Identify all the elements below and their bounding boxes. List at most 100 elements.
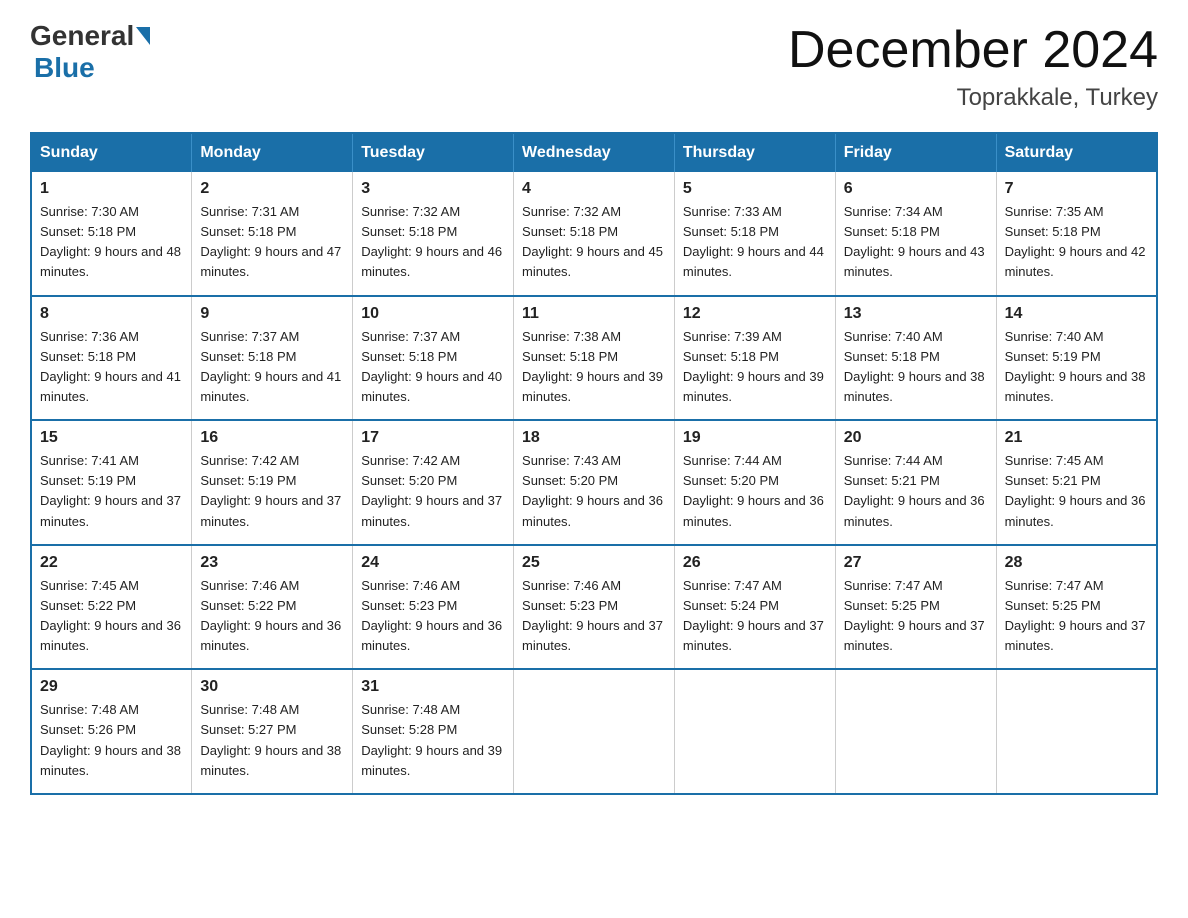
- day-number: 20: [844, 429, 988, 447]
- day-number: 13: [844, 305, 988, 323]
- table-row: 28 Sunrise: 7:47 AM Sunset: 5:25 PM Dayl…: [996, 545, 1157, 670]
- table-row: [835, 669, 996, 794]
- day-info: Sunrise: 7:30 AM Sunset: 5:18 PM Dayligh…: [40, 202, 183, 283]
- calendar-title: December 2024: [788, 20, 1158, 80]
- day-info: Sunrise: 7:36 AM Sunset: 5:18 PM Dayligh…: [40, 327, 183, 408]
- table-row: 3 Sunrise: 7:32 AM Sunset: 5:18 PM Dayli…: [353, 172, 514, 296]
- table-row: 26 Sunrise: 7:47 AM Sunset: 5:24 PM Dayl…: [674, 545, 835, 670]
- table-row: 20 Sunrise: 7:44 AM Sunset: 5:21 PM Dayl…: [835, 420, 996, 545]
- day-number: 2: [200, 180, 344, 198]
- day-number: 21: [1005, 429, 1148, 447]
- day-info: Sunrise: 7:42 AM Sunset: 5:20 PM Dayligh…: [361, 451, 505, 532]
- logo-triangle-icon: [136, 27, 150, 45]
- day-info: Sunrise: 7:46 AM Sunset: 5:22 PM Dayligh…: [200, 576, 344, 657]
- day-info: Sunrise: 7:48 AM Sunset: 5:28 PM Dayligh…: [361, 700, 505, 781]
- day-info: Sunrise: 7:42 AM Sunset: 5:19 PM Dayligh…: [200, 451, 344, 532]
- day-info: Sunrise: 7:37 AM Sunset: 5:18 PM Dayligh…: [200, 327, 344, 408]
- day-info: Sunrise: 7:37 AM Sunset: 5:18 PM Dayligh…: [361, 327, 505, 408]
- weekday-tuesday: Tuesday: [353, 133, 514, 172]
- calendar-week-row: 8 Sunrise: 7:36 AM Sunset: 5:18 PM Dayli…: [31, 296, 1157, 421]
- day-info: Sunrise: 7:48 AM Sunset: 5:27 PM Dayligh…: [200, 700, 344, 781]
- logo-general-text: General: [30, 20, 134, 52]
- day-number: 16: [200, 429, 344, 447]
- day-info: Sunrise: 7:45 AM Sunset: 5:21 PM Dayligh…: [1005, 451, 1148, 532]
- day-info: Sunrise: 7:33 AM Sunset: 5:18 PM Dayligh…: [683, 202, 827, 283]
- table-row: 14 Sunrise: 7:40 AM Sunset: 5:19 PM Dayl…: [996, 296, 1157, 421]
- table-row: 5 Sunrise: 7:33 AM Sunset: 5:18 PM Dayli…: [674, 172, 835, 296]
- day-info: Sunrise: 7:44 AM Sunset: 5:21 PM Dayligh…: [844, 451, 988, 532]
- table-row: 23 Sunrise: 7:46 AM Sunset: 5:22 PM Dayl…: [192, 545, 353, 670]
- day-number: 15: [40, 429, 183, 447]
- day-number: 11: [522, 305, 666, 323]
- day-info: Sunrise: 7:46 AM Sunset: 5:23 PM Dayligh…: [361, 576, 505, 657]
- table-row: 29 Sunrise: 7:48 AM Sunset: 5:26 PM Dayl…: [31, 669, 192, 794]
- day-info: Sunrise: 7:43 AM Sunset: 5:20 PM Dayligh…: [522, 451, 666, 532]
- weekday-wednesday: Wednesday: [514, 133, 675, 172]
- day-info: Sunrise: 7:47 AM Sunset: 5:25 PM Dayligh…: [844, 576, 988, 657]
- calendar-week-row: 1 Sunrise: 7:30 AM Sunset: 5:18 PM Dayli…: [31, 172, 1157, 296]
- day-number: 30: [200, 678, 344, 696]
- day-info: Sunrise: 7:38 AM Sunset: 5:18 PM Dayligh…: [522, 327, 666, 408]
- table-row: 1 Sunrise: 7:30 AM Sunset: 5:18 PM Dayli…: [31, 172, 192, 296]
- calendar-week-row: 29 Sunrise: 7:48 AM Sunset: 5:26 PM Dayl…: [31, 669, 1157, 794]
- weekday-monday: Monday: [192, 133, 353, 172]
- calendar-week-row: 15 Sunrise: 7:41 AM Sunset: 5:19 PM Dayl…: [31, 420, 1157, 545]
- day-number: 27: [844, 554, 988, 572]
- table-row: 9 Sunrise: 7:37 AM Sunset: 5:18 PM Dayli…: [192, 296, 353, 421]
- weekday-thursday: Thursday: [674, 133, 835, 172]
- table-row: 24 Sunrise: 7:46 AM Sunset: 5:23 PM Dayl…: [353, 545, 514, 670]
- day-number: 29: [40, 678, 183, 696]
- table-row: 13 Sunrise: 7:40 AM Sunset: 5:18 PM Dayl…: [835, 296, 996, 421]
- page-header: General Blue December 2024 Toprakkale, T…: [30, 20, 1158, 112]
- day-info: Sunrise: 7:47 AM Sunset: 5:25 PM Dayligh…: [1005, 576, 1148, 657]
- table-row: 27 Sunrise: 7:47 AM Sunset: 5:25 PM Dayl…: [835, 545, 996, 670]
- day-info: Sunrise: 7:34 AM Sunset: 5:18 PM Dayligh…: [844, 202, 988, 283]
- day-info: Sunrise: 7:44 AM Sunset: 5:20 PM Dayligh…: [683, 451, 827, 532]
- table-row: 25 Sunrise: 7:46 AM Sunset: 5:23 PM Dayl…: [514, 545, 675, 670]
- calendar-table: Sunday Monday Tuesday Wednesday Thursday…: [30, 132, 1158, 795]
- weekday-header-row: Sunday Monday Tuesday Wednesday Thursday…: [31, 133, 1157, 172]
- day-number: 31: [361, 678, 505, 696]
- calendar-week-row: 22 Sunrise: 7:45 AM Sunset: 5:22 PM Dayl…: [31, 545, 1157, 670]
- day-number: 14: [1005, 305, 1148, 323]
- table-row: 17 Sunrise: 7:42 AM Sunset: 5:20 PM Dayl…: [353, 420, 514, 545]
- table-row: [996, 669, 1157, 794]
- day-info: Sunrise: 7:48 AM Sunset: 5:26 PM Dayligh…: [40, 700, 183, 781]
- day-number: 28: [1005, 554, 1148, 572]
- table-row: 16 Sunrise: 7:42 AM Sunset: 5:19 PM Dayl…: [192, 420, 353, 545]
- day-info: Sunrise: 7:35 AM Sunset: 5:18 PM Dayligh…: [1005, 202, 1148, 283]
- weekday-sunday: Sunday: [31, 133, 192, 172]
- table-row: [514, 669, 675, 794]
- table-row: [674, 669, 835, 794]
- day-info: Sunrise: 7:45 AM Sunset: 5:22 PM Dayligh…: [40, 576, 183, 657]
- day-number: 9: [200, 305, 344, 323]
- day-info: Sunrise: 7:46 AM Sunset: 5:23 PM Dayligh…: [522, 576, 666, 657]
- title-area: December 2024 Toprakkale, Turkey: [788, 20, 1158, 112]
- logo: General Blue: [30, 20, 152, 84]
- day-number: 6: [844, 180, 988, 198]
- table-row: 8 Sunrise: 7:36 AM Sunset: 5:18 PM Dayli…: [31, 296, 192, 421]
- table-row: 31 Sunrise: 7:48 AM Sunset: 5:28 PM Dayl…: [353, 669, 514, 794]
- day-info: Sunrise: 7:39 AM Sunset: 5:18 PM Dayligh…: [683, 327, 827, 408]
- table-row: 6 Sunrise: 7:34 AM Sunset: 5:18 PM Dayli…: [835, 172, 996, 296]
- table-row: 10 Sunrise: 7:37 AM Sunset: 5:18 PM Dayl…: [353, 296, 514, 421]
- calendar-subtitle: Toprakkale, Turkey: [788, 84, 1158, 112]
- day-info: Sunrise: 7:40 AM Sunset: 5:18 PM Dayligh…: [844, 327, 988, 408]
- day-number: 25: [522, 554, 666, 572]
- day-number: 17: [361, 429, 505, 447]
- day-number: 3: [361, 180, 505, 198]
- table-row: 19 Sunrise: 7:44 AM Sunset: 5:20 PM Dayl…: [674, 420, 835, 545]
- day-number: 19: [683, 429, 827, 447]
- day-info: Sunrise: 7:32 AM Sunset: 5:18 PM Dayligh…: [522, 202, 666, 283]
- day-number: 8: [40, 305, 183, 323]
- table-row: 11 Sunrise: 7:38 AM Sunset: 5:18 PM Dayl…: [514, 296, 675, 421]
- day-number: 23: [200, 554, 344, 572]
- day-number: 18: [522, 429, 666, 447]
- table-row: 4 Sunrise: 7:32 AM Sunset: 5:18 PM Dayli…: [514, 172, 675, 296]
- day-number: 10: [361, 305, 505, 323]
- day-number: 4: [522, 180, 666, 198]
- day-number: 1: [40, 180, 183, 198]
- day-number: 7: [1005, 180, 1148, 198]
- table-row: 21 Sunrise: 7:45 AM Sunset: 5:21 PM Dayl…: [996, 420, 1157, 545]
- logo-blue-text: Blue: [34, 52, 95, 83]
